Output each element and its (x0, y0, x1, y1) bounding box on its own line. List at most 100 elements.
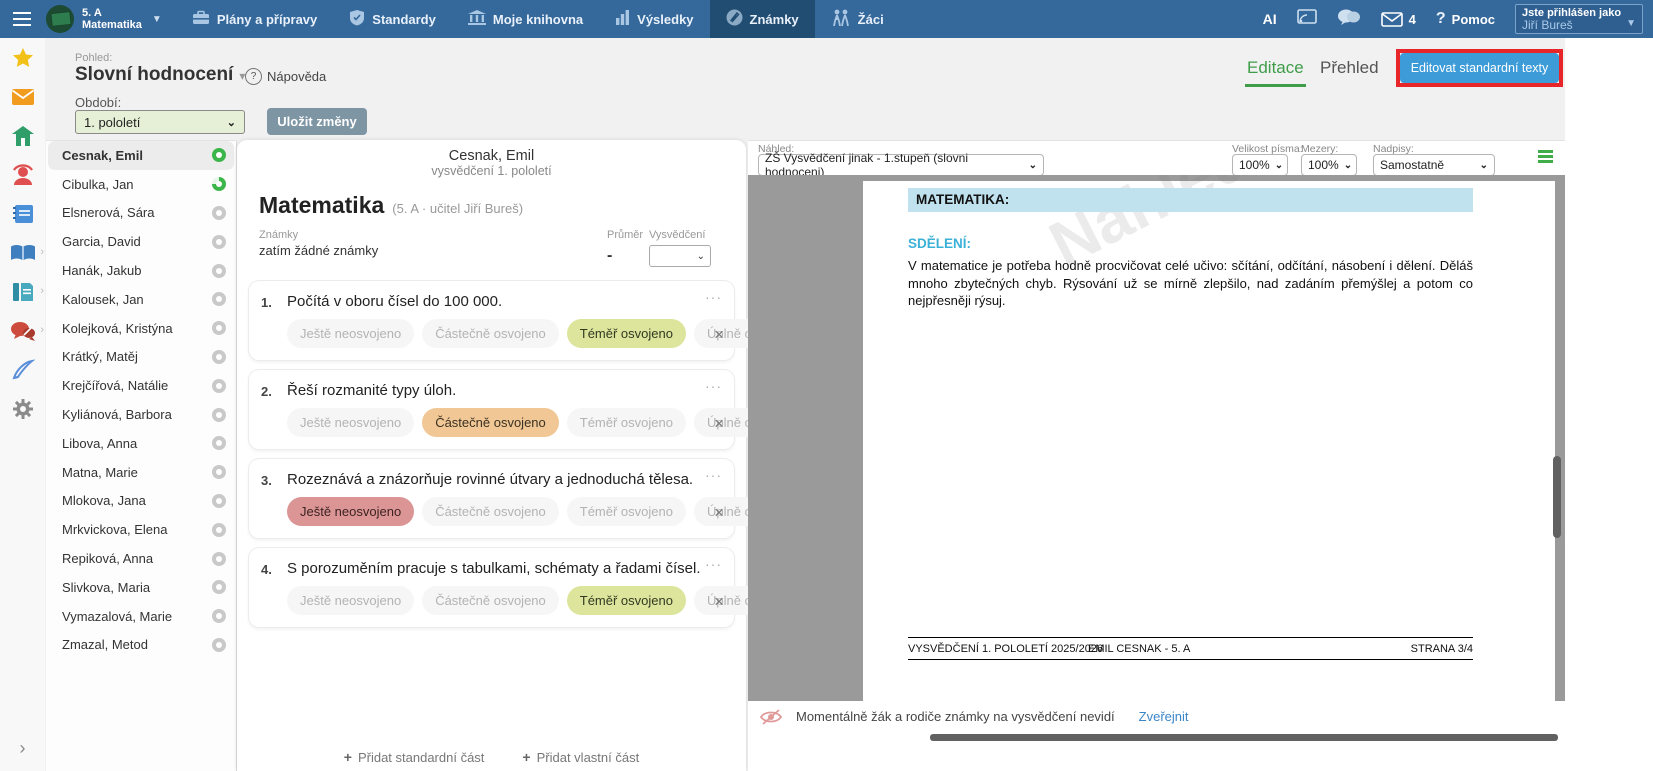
period-value: 1. pololetí (84, 115, 140, 130)
nav-item-v-sledky[interactable]: Výsledky (599, 0, 709, 38)
add-standard-part-button[interactable]: +Přidat standardní část (344, 749, 485, 765)
add-custom-part-button[interactable]: +Přidat vlastní část (522, 749, 639, 765)
publish-link[interactable]: Zveřejnit (1139, 709, 1189, 724)
user-menu[interactable]: Jste přihlášen jako Jiří Bureš ▼ (1515, 4, 1643, 34)
cast-icon[interactable] (1297, 9, 1317, 30)
student-row[interactable]: Kyliánová, Barbora (48, 400, 234, 429)
item-remove-icon[interactable]: × (714, 414, 724, 434)
student-row[interactable]: Krejčířová, Natálie (48, 371, 234, 400)
rating-pill[interactable]: Ještě neosvojeno (287, 497, 414, 526)
student-row[interactable]: Krátký, Matěj (48, 343, 234, 372)
headings-select[interactable]: Samostatně⌄ (1373, 154, 1495, 176)
help-circle-icon: ? (245, 68, 262, 85)
home-icon[interactable] (0, 116, 45, 155)
documents-icon[interactable]: › (0, 272, 45, 311)
chevron-down-icon[interactable]: ▼ (152, 14, 162, 25)
chevron-down-icon: ⌄ (1270, 160, 1283, 171)
menu-icon[interactable] (0, 0, 44, 38)
tab-prehled[interactable]: Přehled (1320, 58, 1379, 78)
font-size-select[interactable]: 100%⌄ (1232, 154, 1288, 176)
view-selector[interactable]: Slovní hodnocení▾ (75, 64, 245, 86)
students-icon (831, 9, 851, 29)
nav-item-pl-ny-a-p-pravy[interactable]: Plány a přípravy (176, 0, 333, 38)
student-row[interactable]: Kolejková, Kristýna (48, 314, 234, 343)
class-avatar[interactable] (46, 5, 74, 33)
student-row[interactable]: Repiková, Anna (48, 544, 234, 573)
item-remove-icon[interactable]: × (714, 503, 724, 523)
rating-pill[interactable]: Téměř osvojeno (567, 319, 686, 348)
editor-subject-meta: (5. A · učitel Jiří Bureš) (392, 201, 523, 216)
rating-pill[interactable]: Částečně osvojeno (422, 408, 559, 437)
sidebar-expand-chevron[interactable]: › (0, 738, 45, 759)
messages-icon[interactable] (0, 77, 45, 116)
rating-pills: Ještě neosvojeno Částečně osvojeno Téměř o… (287, 408, 810, 437)
save-changes-button[interactable]: Uložit změny (267, 108, 367, 135)
item-remove-icon[interactable]: × (714, 325, 724, 345)
discussion-icon[interactable]: › (0, 311, 45, 350)
rating-pill[interactable]: Ještě neosvojeno (287, 319, 414, 348)
student-row[interactable]: Matna, Marie (48, 458, 234, 487)
student-row[interactable]: Libova, Anna (48, 429, 234, 458)
item-menu-icon[interactable]: ··· (705, 289, 722, 305)
library-book-icon[interactable]: › (0, 233, 45, 272)
student-row[interactable]: Cesnak, Emil (48, 141, 234, 170)
student-row[interactable]: Hanák, Jakub (48, 256, 234, 285)
nav-item-zn-mky[interactable]: Známky (710, 0, 815, 38)
chevron-right-icon: › (40, 246, 44, 258)
item-remove-icon[interactable]: × (714, 592, 724, 612)
student-row[interactable]: Zmazal, Metod (48, 631, 234, 660)
edit-standard-texts-button[interactable]: Editovat standardní texty (1400, 53, 1559, 83)
student-status-icon (212, 321, 226, 335)
student-status-icon (212, 523, 226, 537)
student-row[interactable]: Garcia, David (48, 227, 234, 256)
rating-pill[interactable]: Částečně osvojeno (422, 497, 559, 526)
help-button[interactable]: ? Pomoc (1436, 10, 1495, 28)
nav-item-moje-knihovna[interactable]: Moje knihovna (452, 0, 599, 38)
profile-icon[interactable] (0, 155, 45, 194)
student-row[interactable]: Slivkova, Maria (48, 573, 234, 602)
gear-icon[interactable] (0, 389, 45, 428)
rating-pill[interactable]: Částečně osvojeno (422, 319, 559, 348)
vertical-scrollbar-thumb[interactable] (1553, 456, 1561, 538)
report-grade-select[interactable]: ⌄ (649, 245, 711, 267)
spacing-select[interactable]: 100%⌄ (1301, 154, 1357, 176)
rating-pill[interactable]: Ještě neosvojeno (287, 586, 414, 615)
mail-button[interactable]: 4 (1381, 12, 1416, 27)
item-menu-icon[interactable]: ··· (705, 467, 722, 483)
rating-pill[interactable]: Téměř osvojeno (567, 586, 686, 615)
favorites-star-icon[interactable] (0, 38, 45, 77)
rating-pills: Ještě neosvojeno Částečně osvojeno Téměř o… (287, 586, 810, 615)
notebook-icon[interactable] (0, 194, 45, 233)
ai-button[interactable]: AI (1263, 11, 1277, 27)
student-name: Zmazal, Metod (62, 637, 148, 652)
pen-icon[interactable] (0, 350, 45, 389)
student-row[interactable]: Mrkvickova, Elena (48, 515, 234, 544)
rating-pill[interactable]: Téměř osvojeno (567, 497, 686, 526)
napoveda-link[interactable]: ?Nápověda (245, 68, 326, 85)
student-row[interactable]: Mlokova, Jana (48, 487, 234, 516)
nav-item-standardy[interactable]: Standardy (333, 0, 452, 38)
student-row[interactable]: Elsnerová, Sára (48, 199, 234, 228)
view-value: Slovní hodnocení (75, 64, 233, 85)
rating-pill[interactable]: Ještě neosvojeno (287, 408, 414, 437)
horizontal-scrollbar-thumb[interactable] (930, 734, 1558, 741)
preview-menu-icon[interactable] (1538, 150, 1553, 165)
rating-pill[interactable]: Téměř osvojeno (567, 408, 686, 437)
item-number: 1. (261, 293, 287, 348)
nav-item--ci[interactable]: Žáci (815, 0, 900, 38)
tab-editace[interactable]: Editace (1247, 58, 1304, 78)
rating-pill[interactable]: Částečně osvojeno (422, 586, 559, 615)
item-menu-icon[interactable]: ··· (705, 378, 722, 394)
bar-chart-icon (615, 10, 630, 28)
student-status-icon (212, 552, 226, 566)
shield-icon (349, 9, 365, 29)
student-row[interactable]: Cibulka, Jan (48, 170, 234, 199)
student-row[interactable]: Kalousek, Jan (48, 285, 234, 314)
student-row[interactable]: Vymazalová, Marie (48, 602, 234, 631)
chat-icon[interactable] (1337, 8, 1361, 31)
class-selector[interactable]: 5. A Matematika (82, 7, 142, 31)
period-select[interactable]: 1. pololetí⌄ (75, 110, 245, 134)
template-select[interactable]: ZŠ Vysvědčení jinak - 1.stupeň (slovni h… (758, 154, 1044, 176)
chevron-right-icon: › (40, 324, 44, 336)
item-menu-icon[interactable]: ··· (705, 556, 722, 572)
